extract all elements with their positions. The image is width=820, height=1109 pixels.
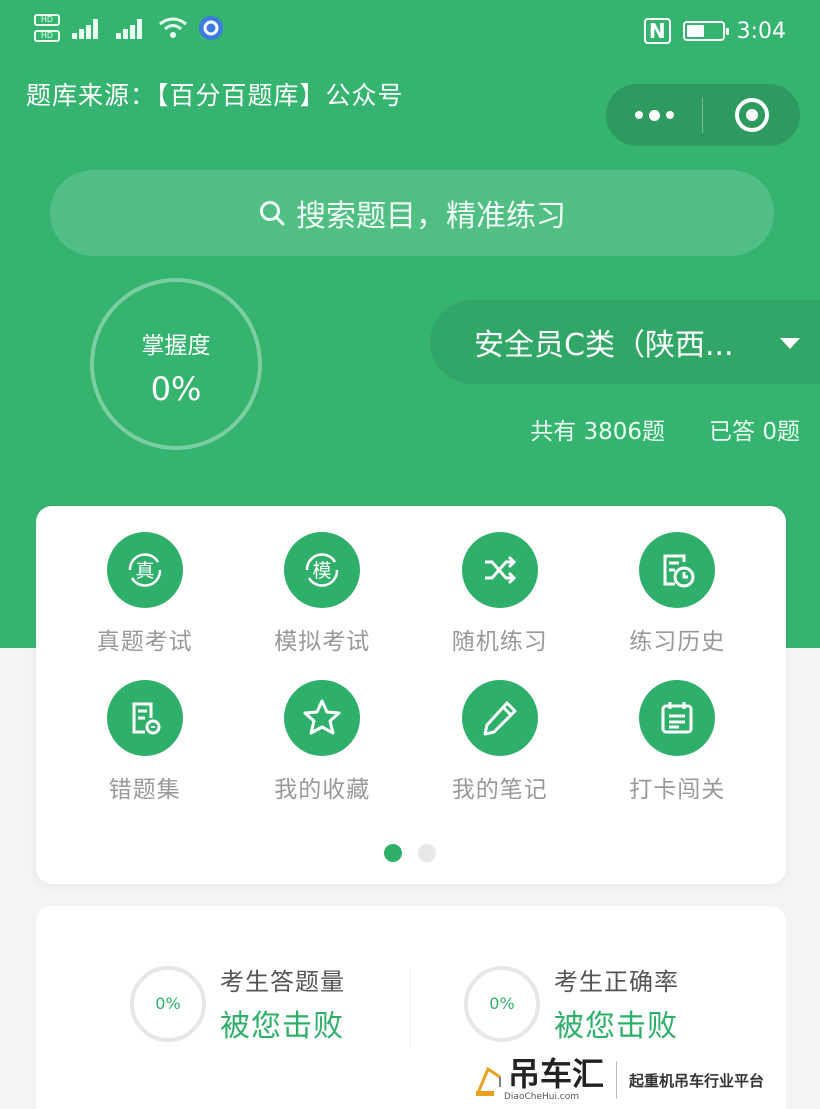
- battery-icon: [682, 21, 729, 41]
- menu-item-favorites[interactable]: 我的收藏: [234, 680, 412, 804]
- category-selector[interactable]: 安全员C类（陕西...: [430, 300, 820, 384]
- caret-down-icon: [780, 338, 800, 349]
- menu-item-real-exam[interactable]: 真 真题考试: [56, 532, 234, 656]
- category-selected: 安全员C类（陕西...: [474, 328, 734, 363]
- menu-item-checkin-challenge[interactable]: 打卡闯关: [589, 680, 767, 804]
- stats-divider: [410, 970, 411, 1050]
- answered-questions: 已答 0题: [709, 419, 800, 445]
- menu-item-label: 随机练习: [451, 629, 548, 655]
- stat-title: 考生正确率: [554, 968, 679, 996]
- watermark-name: 吊车汇: [508, 1055, 605, 1093]
- question-counts: 共有 3806题 已答 0题: [530, 412, 800, 446]
- close-miniprogram-button[interactable]: [703, 98, 800, 132]
- function-menu-card: 真 真题考试 模 模拟考试 随机练习 练习历史 错题集 我的收藏 我的笔记 打卡…: [36, 506, 786, 884]
- menu-item-label: 我的收藏: [274, 777, 371, 803]
- search-placeholder: 搜索题目，精准练习: [296, 199, 566, 234]
- stat-ring: 0%: [130, 965, 206, 1042]
- menu-item-label: 练习历史: [629, 629, 726, 655]
- stat-ring: 0%: [464, 965, 540, 1042]
- menu-item-label: 模拟考试: [274, 629, 371, 655]
- question-source-text: 题库来源：【百分百题库】公众号: [26, 81, 404, 110]
- stat-subtitle: 被您击败: [554, 1009, 678, 1044]
- sim-icon: HD HD: [34, 14, 60, 42]
- menu-item-label: 错题集: [108, 777, 181, 803]
- menu-item-label: 真题考试: [96, 629, 193, 655]
- more-options-button[interactable]: [606, 84, 702, 146]
- pencil-icon: [461, 680, 538, 756]
- menu-item-wrong-questions[interactable]: 错题集: [56, 680, 234, 804]
- signal-icon: [70, 15, 104, 41]
- exam-icon: 真: [106, 532, 183, 608]
- menu-item-random-practice[interactable]: 随机练习: [411, 532, 589, 656]
- signal-icon: [114, 15, 148, 41]
- page-dot-active[interactable]: [384, 844, 402, 862]
- menu-item-label: 我的笔记: [451, 777, 548, 803]
- status-bar: HD HD N 3:04: [0, 0, 820, 64]
- battery-level: [686, 25, 704, 37]
- target-icon: [734, 98, 769, 132]
- crane-logo-icon: [476, 1066, 501, 1096]
- calendar-icon: [639, 680, 716, 756]
- watermark: 吊车汇 DiaoCheHui.com 起重机吊车行业平台: [474, 1058, 764, 1102]
- search-bar[interactable]: 搜索题目，精准练习: [50, 170, 774, 256]
- menu-item-notes[interactable]: 我的笔记: [411, 680, 589, 804]
- star-icon: [284, 680, 361, 756]
- wrong-book-icon: [106, 680, 183, 756]
- answer-volume-stat: 0% 考生答题量 被您击败: [130, 962, 345, 1045]
- menu-item-label: 打卡闯关: [629, 777, 726, 803]
- stat-title: 考生答题量: [220, 968, 345, 996]
- search-icon: [260, 201, 285, 226]
- mastery-label: 掌握度: [141, 333, 211, 359]
- nfc-icon: N: [643, 18, 671, 44]
- stat-subtitle: 被您击败: [220, 1009, 344, 1044]
- miniprogram-capsule: [606, 84, 800, 146]
- shuffle-icon: [461, 532, 538, 608]
- mastery-value: 0%: [150, 370, 202, 408]
- watermark-divider: [616, 1061, 618, 1099]
- accuracy-stat: 0% 考生正确率 被您击败: [464, 962, 679, 1045]
- menu-item-mock-exam[interactable]: 模 模拟考试: [234, 532, 412, 656]
- wifi-icon: [159, 17, 187, 38]
- svg-text:真: 真: [135, 560, 154, 582]
- history-icon: [639, 532, 716, 608]
- app-notification-icon: [199, 16, 223, 40]
- pagination-dots: [384, 844, 436, 862]
- clock: 3:04: [736, 18, 786, 44]
- menu-item-practice-history[interactable]: 练习历史: [589, 532, 767, 656]
- total-questions: 共有 3806题: [530, 419, 666, 445]
- watermark-slogan: 起重机吊车行业平台: [629, 1071, 765, 1090]
- mock-icon: 模: [284, 532, 361, 608]
- watermark-url: DiaoCheHui.com: [504, 1092, 580, 1102]
- page-dot[interactable]: [418, 844, 436, 862]
- svg-text:模: 模: [313, 560, 332, 582]
- mastery-ring: 掌握度 0%: [90, 278, 262, 450]
